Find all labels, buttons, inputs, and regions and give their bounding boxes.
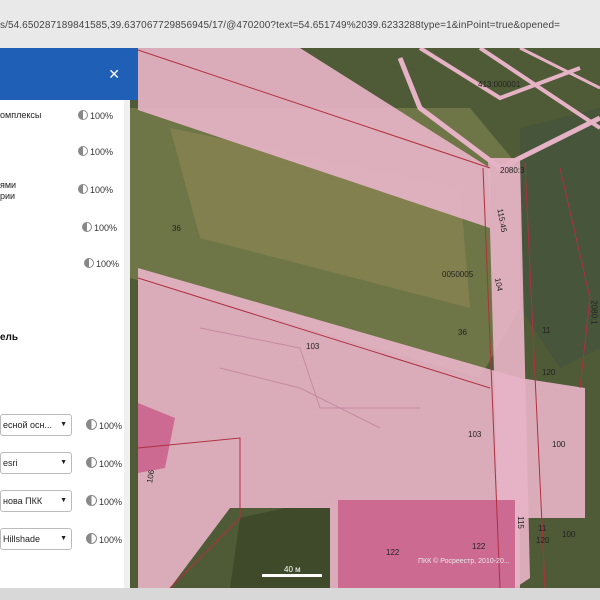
parcel-label: 120: [542, 368, 556, 377]
parcel-label: 100: [552, 440, 566, 449]
parcel-label: 11: [542, 326, 551, 335]
panel-scrollbar[interactable]: [124, 100, 130, 588]
parcel-label: 100: [562, 530, 576, 539]
basemap-opacity[interactable]: 100%: [86, 419, 122, 431]
layer-label: ями рии: [0, 180, 17, 201]
layer-label: омплексы: [0, 110, 42, 120]
layer-opacity[interactable]: 100%: [78, 146, 113, 157]
chevron-down-icon: ▼: [60, 535, 67, 542]
layer-opacity[interactable]: 100%: [78, 110, 113, 121]
basemap-opacity[interactable]: 100%: [86, 533, 122, 545]
opacity-icon: [86, 457, 97, 468]
parcel-label: 120: [536, 536, 550, 545]
parcel-label: 2080:3: [500, 166, 525, 175]
basemap-select[interactable]: нова ПКК ▼: [0, 490, 72, 512]
basemap-select[interactable]: Hillshade ▼: [0, 528, 72, 550]
layer-opacity[interactable]: 100%: [82, 222, 117, 233]
parcel-label: 2080:1: [589, 300, 599, 325]
map-copyright: ПКК © Росреестр, 2010-20...: [418, 558, 510, 565]
close-icon[interactable]: ✕: [108, 66, 120, 83]
scale-line: [262, 574, 322, 577]
parcel-label: 413:000001: [478, 80, 521, 89]
chevron-down-icon: ▼: [60, 421, 67, 428]
opacity-icon: [86, 419, 97, 430]
scale-label: 40 м: [284, 565, 301, 574]
parcel-label: 122: [472, 542, 486, 551]
layer-opacity[interactable]: 100%: [78, 184, 113, 195]
opacity-icon: [84, 258, 94, 268]
opacity-icon: [78, 146, 88, 156]
basemap-select[interactable]: есной осн... ▼: [0, 414, 72, 436]
opacity-icon: [78, 184, 88, 194]
map-scale-bar: 40 м: [262, 565, 322, 577]
basemap-opacity[interactable]: 100%: [86, 495, 122, 507]
parcel-label: 11: [538, 524, 547, 533]
parcel-label: 103: [468, 430, 482, 439]
parcel-label: 0050005: [442, 270, 474, 279]
basemap-section-title: ель: [0, 332, 19, 343]
chevron-down-icon: ▼: [60, 497, 67, 504]
basemap-opacity[interactable]: 100%: [86, 457, 122, 469]
layers-panel-header: ✕: [0, 48, 138, 100]
opacity-icon: [86, 495, 97, 506]
layers-panel: омплексы 100% 100% ями рии 100% 100% 100…: [0, 100, 130, 588]
parcel-label: 122: [386, 548, 400, 557]
opacity-icon: [78, 110, 88, 120]
browser-address-bar[interactable]: s/54.650287189841585,39.637067729856945/…: [0, 0, 600, 49]
url-text[interactable]: s/54.650287189841585,39.637067729856945/…: [0, 20, 560, 31]
parcel-label: 36: [172, 224, 181, 233]
parcel-label: 103: [306, 342, 320, 351]
chevron-down-icon: ▼: [60, 459, 67, 466]
opacity-icon: [82, 222, 92, 232]
parcel-label: 36: [458, 328, 467, 337]
layer-opacity[interactable]: 100%: [84, 258, 119, 269]
opacity-icon: [86, 533, 97, 544]
parcel-label: 115: [515, 516, 525, 529]
basemap-select[interactable]: esri ▼: [0, 452, 72, 474]
bottom-bezel: [0, 588, 600, 600]
